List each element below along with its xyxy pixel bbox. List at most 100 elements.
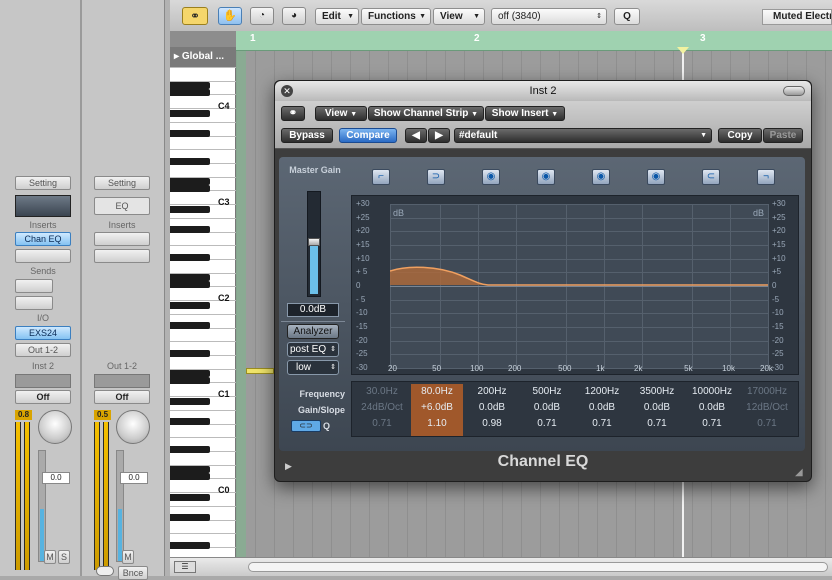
- white-key[interactable]: [170, 217, 236, 219]
- setting-button[interactable]: Setting: [15, 176, 71, 190]
- black-key[interactable]: [170, 253, 210, 261]
- band-3-gain[interactable]: 0.0dB: [466, 400, 518, 416]
- link-icon[interactable]: ⚭: [182, 7, 208, 25]
- next-preset-icon[interactable]: ▶: [428, 128, 450, 143]
- band-4-gain[interactable]: 0.0dB: [521, 400, 573, 416]
- eq-plot-area[interactable]: dB dB: [390, 204, 769, 369]
- white-key[interactable]: [170, 437, 236, 439]
- white-key[interactable]: [170, 533, 236, 535]
- catch-icon[interactable]: ✋: [218, 7, 242, 25]
- band-5-q[interactable]: 0.71: [576, 416, 628, 432]
- band-2-q[interactable]: 1.10: [411, 416, 463, 432]
- band-5-params[interactable]: 1200Hz 0.0dB 0.71: [576, 384, 628, 436]
- lowshelf-band-icon[interactable]: ⊃: [427, 169, 445, 185]
- black-key[interactable]: [170, 418, 210, 426]
- black-key[interactable]: [170, 514, 210, 522]
- band-5-gain[interactable]: 0.0dB: [576, 400, 628, 416]
- peak-band-1-icon[interactable]: ◉: [482, 169, 500, 185]
- link-icon[interactable]: [96, 566, 114, 576]
- band-8-freq[interactable]: 17000Hz: [741, 384, 793, 400]
- band-5-freq[interactable]: 1200Hz: [576, 384, 628, 400]
- band-8-gain[interactable]: 12dB/Oct: [741, 400, 793, 416]
- black-key[interactable]: [170, 205, 210, 213]
- master-gain-readout[interactable]: 0.0dB: [287, 303, 339, 317]
- edit-menu[interactable]: Edit ▼: [315, 8, 359, 25]
- white-key[interactable]: [170, 341, 236, 343]
- paste-button[interactable]: Paste: [763, 128, 803, 143]
- black-key[interactable]: [170, 109, 210, 117]
- black-key[interactable]: [170, 397, 210, 405]
- black-key[interactable]: [170, 301, 210, 309]
- input-slot[interactable]: EXS24: [15, 326, 71, 340]
- highcut-band-icon[interactable]: ¬: [757, 169, 775, 185]
- window-zoom-button[interactable]: [783, 86, 805, 96]
- copy-button[interactable]: Copy: [718, 128, 762, 143]
- peak-band-4-icon[interactable]: ◉: [647, 169, 665, 185]
- black-key[interactable]: [170, 349, 210, 357]
- send-slot-1[interactable]: [15, 279, 53, 293]
- quantize-button[interactable]: Q: [614, 8, 640, 25]
- midi-note[interactable]: [246, 368, 274, 374]
- band-1-freq[interactable]: 30.0Hz: [356, 384, 408, 400]
- horizontal-scrollbar[interactable]: ☰: [170, 557, 832, 576]
- eq-graph[interactable]: dB dB +30 +30 +25 +25 +20 +20 +15 +15 +10 +10 + 5 +…: [351, 195, 799, 375]
- band-8-q[interactable]: 0.71: [741, 416, 793, 432]
- band-3-freq[interactable]: 200Hz: [466, 384, 518, 400]
- band-3-params[interactable]: 200Hz 0.0dB 0.98: [466, 384, 518, 436]
- mute-button[interactable]: M: [122, 550, 134, 564]
- black-key[interactable]: [170, 130, 210, 138]
- resize-grip-icon[interactable]: ◢: [795, 467, 803, 478]
- black-key[interactable]: [170, 377, 210, 385]
- automation-mode[interactable]: Off: [15, 390, 71, 404]
- white-key[interactable]: [170, 505, 236, 507]
- pan-knob[interactable]: [116, 410, 150, 444]
- band-7-gain[interactable]: 0.0dB: [686, 400, 738, 416]
- show-insert-menu[interactable]: Show Insert ▼: [485, 106, 565, 121]
- black-key[interactable]: [170, 157, 210, 165]
- bounce-button[interactable]: Bnce: [118, 566, 148, 580]
- eq-slot[interactable]: EQ: [94, 197, 150, 215]
- black-key[interactable]: [170, 473, 210, 481]
- black-key[interactable]: [170, 445, 210, 453]
- volume-fader[interactable]: [38, 450, 46, 562]
- black-key[interactable]: [170, 89, 210, 97]
- output-slot[interactable]: Out 1-2: [15, 343, 71, 357]
- playhead-marker-icon[interactable]: [677, 47, 689, 54]
- white-key[interactable]: [170, 67, 236, 68]
- band-1-params[interactable]: 30.0Hz 24dB/Oct 0.71: [356, 384, 408, 436]
- band-3-q[interactable]: 0.98: [466, 416, 518, 432]
- peak-band-3-icon[interactable]: ◉: [592, 169, 610, 185]
- band-6-freq[interactable]: 3500Hz: [631, 384, 683, 400]
- band-4-q[interactable]: 0.71: [521, 416, 573, 432]
- band-2-gain[interactable]: +6.0dB: [411, 400, 463, 416]
- scroll-thumb[interactable]: [248, 562, 828, 572]
- band-6-params[interactable]: 3500Hz 0.0dB 0.71: [631, 384, 683, 436]
- view-menu[interactable]: View ▼: [315, 106, 367, 121]
- compare-button[interactable]: Compare: [339, 128, 397, 143]
- volume-fader[interactable]: [116, 450, 124, 562]
- piano-keyboard[interactable]: C4 C3 C2 C1 C0: [170, 67, 236, 557]
- master-gain-slider[interactable]: [307, 191, 321, 297]
- band-7-params[interactable]: 10000Hz 0.0dB 0.71: [686, 384, 738, 436]
- white-key[interactable]: [170, 313, 236, 315]
- link-icon[interactable]: ⚭: [281, 106, 305, 121]
- close-icon[interactable]: ✕: [281, 85, 293, 97]
- insert-slot-empty[interactable]: [94, 249, 150, 263]
- window-titlebar[interactable]: ✕ Inst 2: [275, 81, 811, 101]
- highshelf-band-icon[interactable]: ⊂: [702, 169, 720, 185]
- global-tracks-toggle[interactable]: ▸ Global ...: [170, 47, 236, 67]
- eq-thumbnail[interactable]: [15, 195, 71, 217]
- black-key[interactable]: [170, 226, 210, 234]
- midi-value-select[interactable]: off (3840) ⇕: [491, 8, 607, 25]
- black-key[interactable]: [170, 322, 210, 330]
- black-key[interactable]: [170, 541, 210, 549]
- white-key[interactable]: [170, 149, 236, 151]
- show-channel-strip-menu[interactable]: Show Channel Strip ▼: [368, 106, 484, 121]
- previous-preset-icon[interactable]: ◀: [405, 128, 427, 143]
- analyzer-resolution-select[interactable]: low ⇕: [287, 360, 339, 375]
- send-slot-2[interactable]: [15, 296, 53, 310]
- insert-slot-empty[interactable]: [94, 232, 150, 246]
- white-key[interactable]: [170, 121, 236, 123]
- black-key[interactable]: [170, 281, 210, 289]
- setting-button[interactable]: Setting: [94, 176, 150, 190]
